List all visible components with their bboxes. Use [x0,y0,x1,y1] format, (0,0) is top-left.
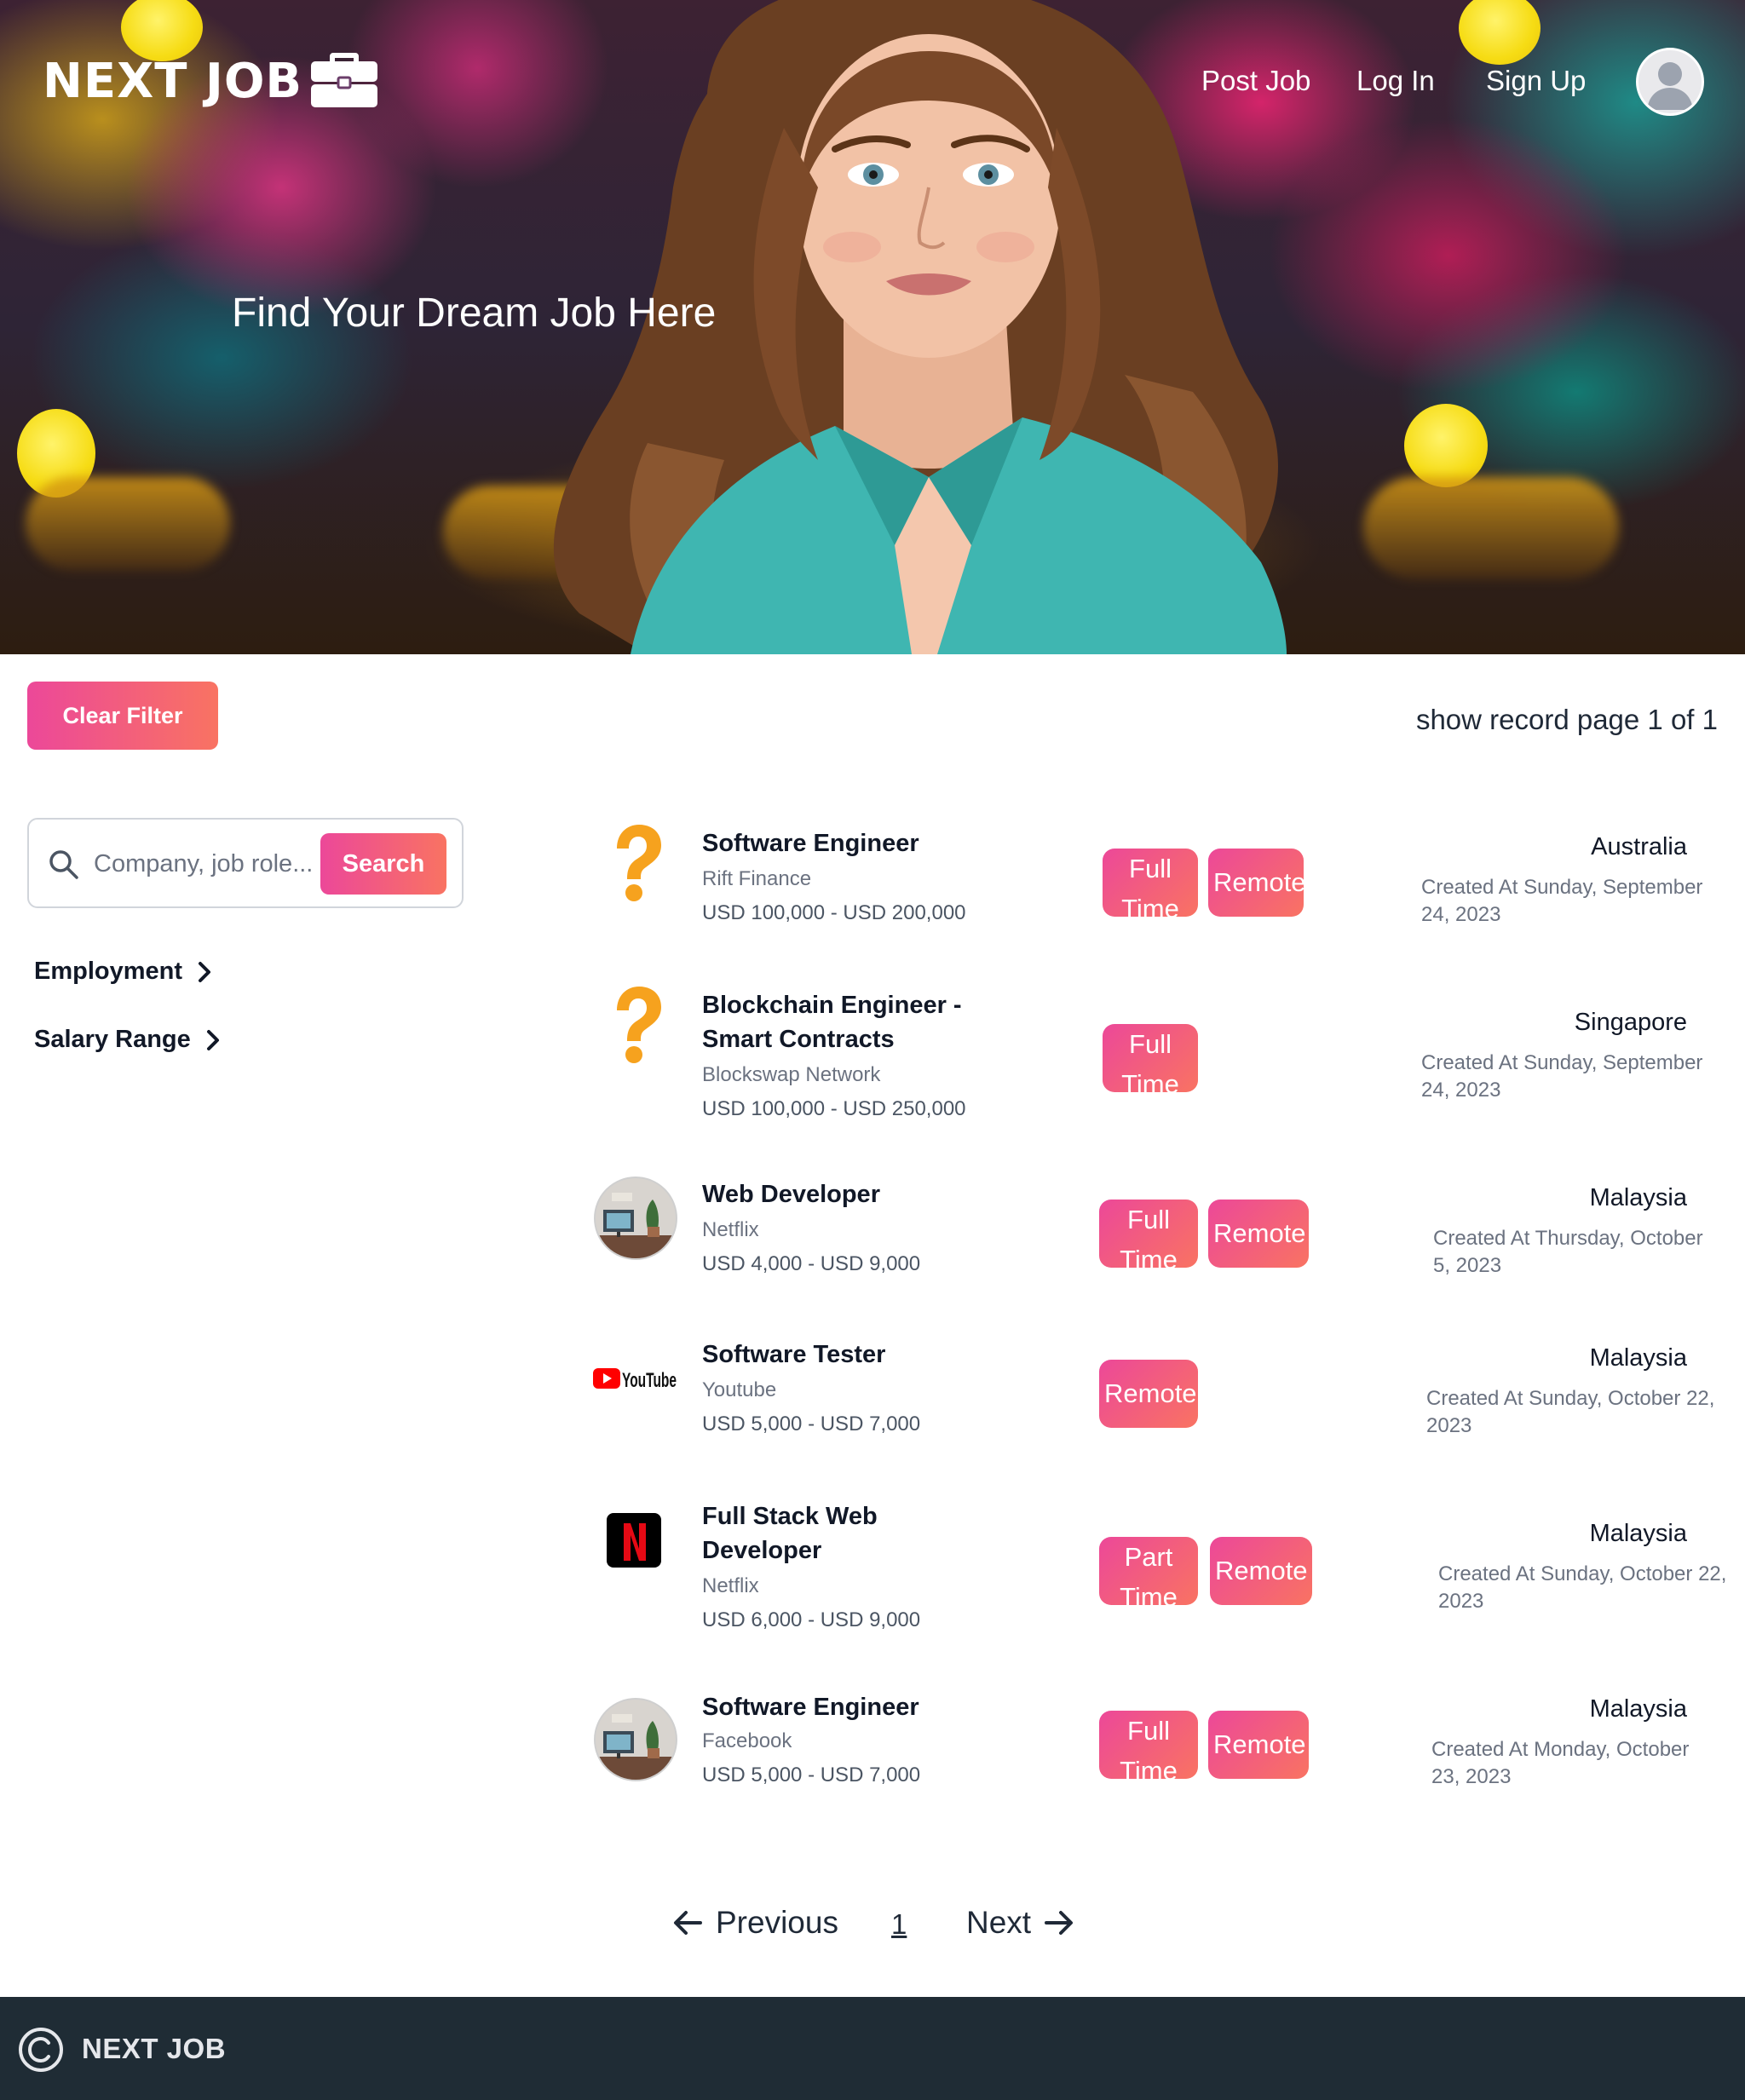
search-icon [48,849,80,885]
job-company: Rift Finance [702,867,812,890]
search-button[interactable]: Search [320,833,446,895]
tag-remote: Remote [1208,1711,1309,1779]
job-location: Singapore [1574,1009,1687,1036]
job-company: Blockswap Network [702,1063,881,1086]
arrow-left-icon [674,1911,702,1935]
job-title[interactable]: Full Stack Web Developer [702,1499,915,1568]
arrow-right-icon [1045,1911,1074,1935]
bokeh-lamp [26,477,230,571]
previous-page-button[interactable]: Previous [673,1905,838,1941]
filter-salary-range[interactable]: Salary Range [34,1026,220,1054]
search-box: Search [27,818,464,908]
job-salary: USD 6,000 - USD 9,000 [702,1608,921,1631]
nav-post-job[interactable]: Post Job [1201,65,1310,97]
question-mark-icon [617,987,661,1063]
tag-remote: Remote [1099,1360,1198,1428]
job-created-date: Created At Sunday, September 24, 2023 [1421,1051,1703,1102]
tag-full-time: Full Time [1103,849,1198,917]
tag-full-time: Full Time [1103,1024,1198,1092]
bokeh-light [1459,0,1541,65]
filter-salary-range-label: Salary Range [34,1026,191,1053]
user-avatar[interactable] [1636,48,1704,116]
footer-brand: NEXT JOB [82,2033,227,2064]
tag-part-time: Part Time [1099,1537,1198,1605]
job-title[interactable]: Software Engineer [702,826,975,860]
tag-full-time: Full Time [1099,1711,1198,1779]
copyright-icon [19,2028,63,2072]
page-number-1[interactable]: 1 [891,1908,907,1941]
briefcase-icon [309,49,379,113]
job-salary: USD 4,000 - USD 9,000 [702,1252,921,1275]
job-created-date: Created At Sunday, September 24, 2023 [1421,876,1703,926]
filter-employment-label: Employment [34,958,183,985]
pagination: Previous 1 Next [0,1905,1745,1953]
chevron-right-icon [206,1029,219,1050]
job-company: Facebook [702,1729,792,1752]
job-location: Australia [1591,833,1687,860]
bokeh-light [1404,404,1488,487]
job-title[interactable]: Web Developer [702,1177,975,1211]
tag-remote: Remote [1208,1200,1309,1268]
job-title[interactable]: Software Tester [702,1338,975,1372]
job-list-item[interactable]: YouTube Software Tester Youtube USD 5,00… [579,1329,1721,1448]
job-list-item[interactable]: Software Engineer Facebook USD 5,000 - U… [579,1690,1721,1809]
job-list-item[interactable]: Full Stack Web Developer Netflix USD 6,0… [579,1491,1726,1644]
job-list-item[interactable]: Blockchain Engineer - Smart Contracts Bl… [579,980,1721,1133]
tag-remote: Remote [1208,849,1304,917]
job-created-date: Created At Sunday, October 22, 2023 [1426,1387,1715,1437]
job-created-date: Created At Sunday, October 22, 2023 [1438,1562,1727,1613]
nav-sign-up[interactable]: Sign Up [1486,65,1586,97]
hero-banner: NEXT JOB Post Job Log In Sign Up Find Yo… [0,0,1745,654]
previous-page-label: Previous [716,1905,838,1940]
job-title[interactable]: Blockchain Engineer - Smart Contracts [702,988,975,1056]
tag-remote: Remote [1210,1537,1312,1605]
desk-photo-logo [594,1698,677,1781]
job-created-date: Created At Monday, October 23, 2023 [1431,1738,1690,1788]
job-created-date: Created At Thursday, October 5, 2023 [1433,1227,1703,1277]
tag-full-time: Full Time [1099,1200,1198,1268]
youtube-wordmark: YouTube [622,1369,677,1392]
search-input[interactable] [94,838,341,889]
next-page-label: Next [966,1905,1032,1940]
nav-log-in[interactable]: Log In [1356,65,1435,97]
hero-title: Find Your Dream Job Here [232,291,717,336]
job-title[interactable]: Software Engineer [702,1690,975,1724]
job-company: Youtube [702,1378,777,1401]
job-location: Malaysia [1589,1695,1687,1723]
job-company: Netflix [702,1218,759,1241]
job-company: Netflix [702,1574,759,1597]
job-salary: USD 5,000 - USD 7,000 [702,1763,921,1786]
job-list-item[interactable]: Web Developer Netflix USD 4,000 - USD 9,… [579,1169,1721,1288]
brand-logo[interactable]: NEXT JOB [43,49,379,113]
bokeh-lamp [1363,477,1619,579]
job-salary: USD 5,000 - USD 7,000 [702,1412,921,1435]
netflix-logo [607,1513,661,1568]
clear-filter-button[interactable]: Clear Filter [27,682,218,750]
record-page-info: show record page 1 of 1 [1415,704,1718,735]
chevron-right-icon [199,961,211,982]
job-location: Malaysia [1589,1344,1687,1372]
filter-employment[interactable]: Employment [34,958,211,986]
brand-name: NEXT JOB [43,54,303,109]
user-silhouette-icon [1647,62,1693,110]
job-list-item[interactable]: Software Engineer Rift Finance USD 100,0… [579,818,1721,937]
next-page-button[interactable]: Next [966,1905,1074,1941]
job-salary: USD 100,000 - USD 250,000 [702,1097,966,1120]
job-salary: USD 100,000 - USD 200,000 [702,901,966,924]
job-location: Malaysia [1589,1520,1687,1547]
footer: NEXT JOB [0,1997,1745,2100]
youtube-logo: YouTube [593,1368,677,1392]
desk-photo-logo [594,1177,677,1260]
question-mark-icon [617,825,661,901]
job-location: Malaysia [1589,1184,1687,1211]
